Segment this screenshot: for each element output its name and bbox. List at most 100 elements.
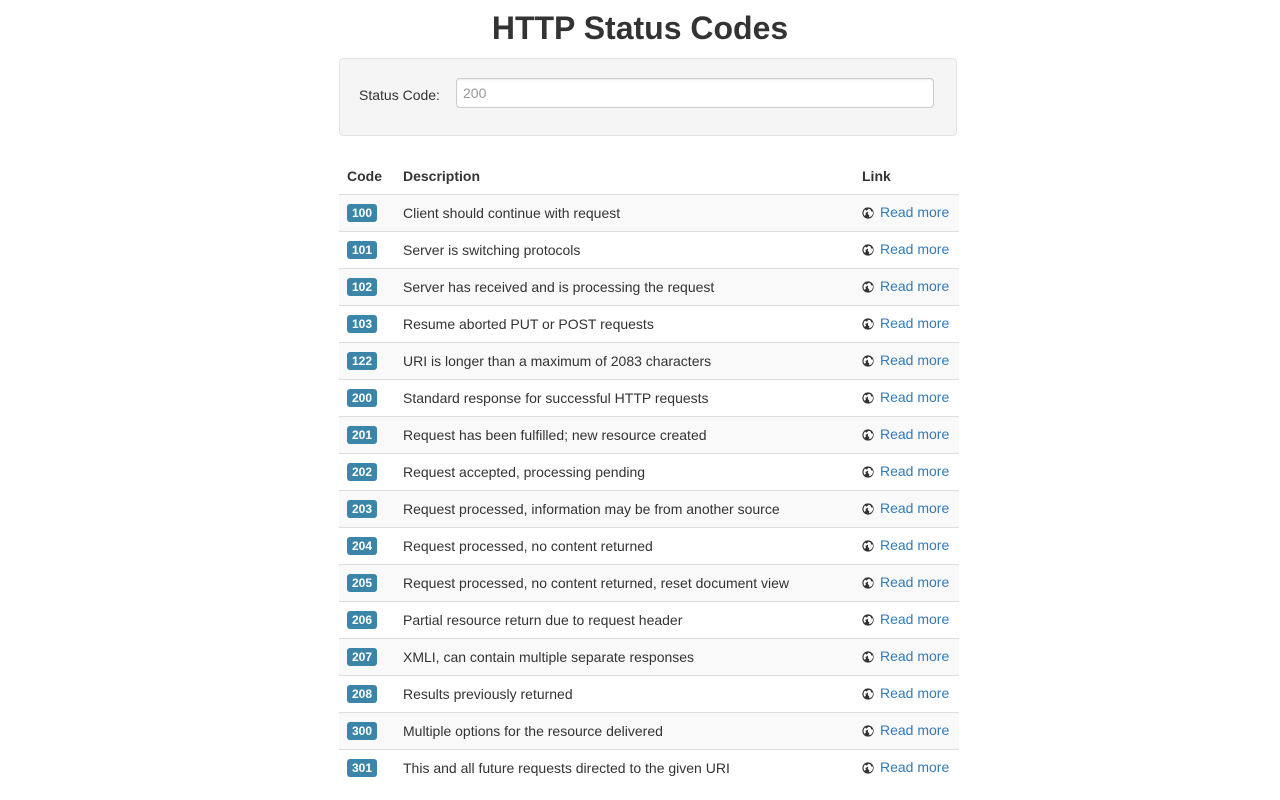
code-cell: 201 [339,415,395,453]
read-more-link[interactable]: Read more [862,685,949,701]
read-more-link[interactable]: Read more [862,241,949,257]
description-cell: Request processed, information may be fr… [395,489,854,527]
read-more-link[interactable]: Read more [862,204,949,220]
read-more-label: Read more [880,351,950,368]
globe-icon [862,539,874,552]
code-cell: 208 [339,674,395,712]
read-more-label: Read more [880,536,950,553]
globe-icon [862,687,874,700]
status-code-input[interactable] [456,78,934,108]
column-header-link[interactable]: Link [854,157,959,195]
code-cell: 301 [339,748,395,786]
page-title: HTTP Status Codes [491,10,789,46]
read-more-label: Read more [880,462,950,479]
code-cell: 200 [339,378,395,416]
status-codes-table: Code Description Link 100 Client should c… [339,157,959,786]
read-more-label: Read more [880,388,950,405]
code-cell: 206 [339,600,395,638]
globe-icon [862,724,874,737]
description-cell: XMLI, can contain multiple separate resp… [395,637,854,675]
link-cell: Read more [854,193,959,231]
link-cell: Read more [854,267,959,305]
table-row: 201 Request has been fulfilled; new resou… [339,415,959,453]
read-more-label: Read more [880,277,950,294]
link-cell: Read more [854,230,959,268]
table-row: 202 Request accepted, processing pending R… [339,452,959,490]
read-more-link[interactable]: Read more [862,648,949,664]
globe-icon [862,576,874,589]
status-code-badge: 101 [347,240,378,259]
code-cell: 203 [339,489,395,527]
link-cell: Read more [854,637,959,675]
table-row: 206 Partial resource return due to reques… [339,600,959,638]
code-cell: 205 [339,563,395,601]
table-row: 301 This and all future requests directed… [339,748,959,786]
status-code-badge: 204 [347,536,378,555]
column-header-description[interactable]: Description [395,157,854,195]
globe-icon [862,243,874,256]
globe-icon [862,428,874,441]
table-row: 208 Results previously returned Read more [339,674,959,712]
status-code-badge: 201 [347,425,378,444]
read-more-link[interactable]: Read more [862,500,949,516]
table-row: 102 Server has received and is processing… [339,267,959,305]
globe-icon [862,465,874,478]
read-more-link[interactable]: Read more [862,426,949,442]
read-more-label: Read more [880,684,950,701]
link-cell: Read more [854,378,959,416]
description-cell: Server is switching protocols [395,230,854,268]
page: HTTP Status Codes Status Code: Code Desc… [0,0,1280,800]
status-code-badge: 205 [347,573,378,592]
status-code-badge: 300 [347,721,378,740]
description-cell: URI is longer than a maximum of 2083 cha… [395,341,854,379]
code-cell: 122 [339,341,395,379]
code-cell: 101 [339,230,395,268]
globe-icon [862,280,874,293]
status-code-badge: 102 [347,277,378,296]
read-more-link[interactable]: Read more [862,722,949,738]
code-cell: 103 [339,304,395,342]
table-row: 103 Resume aborted PUT or POST requests Re… [339,304,959,342]
status-code-badge: 100 [347,203,378,222]
globe-icon [862,502,874,515]
read-more-label: Read more [880,573,950,590]
globe-icon [862,354,874,367]
read-more-label: Read more [880,425,950,442]
read-more-link[interactable]: Read more [862,389,949,405]
read-more-label: Read more [880,610,950,627]
link-cell: Read more [854,600,959,638]
link-cell: Read more [854,452,959,490]
read-more-link[interactable]: Read more [862,611,949,627]
read-more-link[interactable]: Read more [862,537,949,553]
read-more-link[interactable]: Read more [862,574,949,590]
description-cell: Standard response for successful HTTP re… [395,378,854,416]
code-cell: 102 [339,267,395,305]
read-more-link[interactable]: Read more [862,315,949,331]
globe-icon [862,317,874,330]
filter-panel: Status Code: [339,58,957,136]
link-cell: Read more [854,489,959,527]
read-more-label: Read more [880,314,950,331]
globe-icon [862,613,874,626]
read-more-label: Read more [880,203,950,220]
code-cell: 300 [339,711,395,749]
description-cell: Client should continue with request [395,193,854,231]
read-more-link[interactable]: Read more [862,352,949,368]
status-code-badge: 207 [347,647,378,666]
read-more-link[interactable]: Read more [862,278,949,294]
status-code-label: Status Code: [359,87,440,103]
link-cell: Read more [854,711,959,749]
read-more-link[interactable]: Read more [862,463,949,479]
globe-icon [862,761,874,774]
table-header-row: Code Description Link [339,157,959,195]
read-more-link[interactable]: Read more [862,759,949,775]
column-header-code[interactable]: Code [339,157,395,195]
table-row: 200 Standard response for successful HTTP… [339,378,959,416]
code-cell: 207 [339,637,395,675]
code-cell: 204 [339,526,395,564]
status-code-badge: 200 [347,388,378,407]
link-cell: Read more [854,304,959,342]
description-cell: Server has received and is processing th… [395,267,854,305]
read-more-label: Read more [880,758,950,775]
globe-icon [862,391,874,404]
